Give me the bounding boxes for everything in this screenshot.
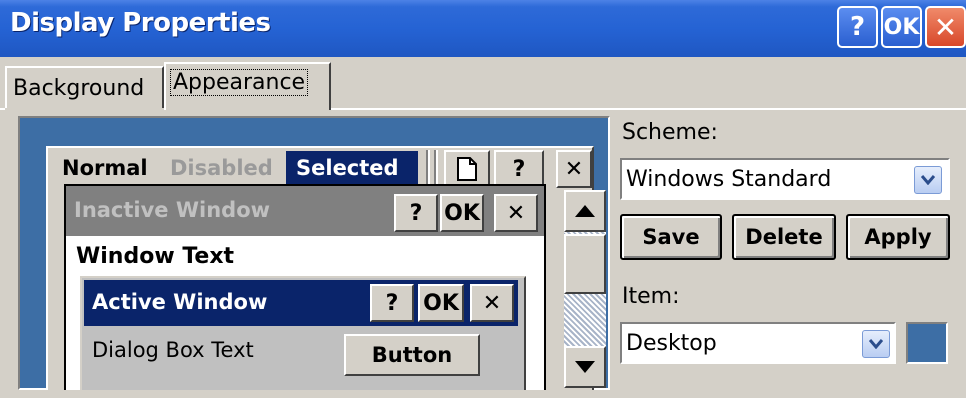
tab-label: Appearance (170, 69, 309, 96)
menu-selected-text: Selected (286, 151, 418, 187)
active-ok-button: OK (418, 284, 464, 322)
active-close-icon: ✕ (470, 284, 514, 322)
menu-help-button: ? (494, 150, 544, 188)
tab-pane-border (331, 108, 966, 110)
close-button[interactable]: ✕ (925, 6, 966, 48)
tab-pane-border (0, 108, 5, 110)
tab-appearance[interactable]: Appearance (164, 62, 331, 110)
scroll-thumb (564, 234, 606, 294)
active-help-button: ? (370, 284, 414, 322)
inactive-close-icon: ✕ (494, 194, 538, 232)
item-color-swatch[interactable] (906, 322, 948, 364)
inactive-window-title: Inactive Window (74, 198, 271, 222)
chevron-down-icon[interactable] (862, 330, 890, 358)
tab-background[interactable]: Background (5, 66, 164, 108)
menu-disabled-text: Disabled (170, 156, 273, 180)
scheme-select[interactable]: Windows Standard (620, 158, 950, 200)
item-value: Desktop (626, 331, 717, 356)
tab-label: Background (13, 76, 145, 101)
toolbar-separator (426, 150, 430, 188)
apply-button[interactable]: Apply (846, 214, 950, 260)
dialog-box-text: Dialog Box Text (92, 338, 254, 362)
item-label: Item: (622, 284, 680, 309)
delete-button[interactable]: Delete (732, 214, 836, 260)
scheme-value: Windows Standard (626, 167, 832, 192)
window-text-sample: Window Text (76, 244, 235, 269)
new-document-icon (444, 150, 490, 188)
menu-close-icon: ✕ (556, 150, 592, 188)
chevron-down-icon[interactable] (914, 166, 942, 194)
inactive-ok-button: OK (440, 194, 484, 232)
window-title: Display Properties (10, 8, 271, 38)
toolbar-separator (434, 150, 438, 188)
scroll-down-icon (564, 346, 606, 388)
scheme-label-text: Scheme: (622, 120, 718, 145)
menu-normal-text: Normal (62, 156, 148, 180)
scheme-label: Scheme: (622, 120, 718, 145)
save-button[interactable]: Save (620, 214, 722, 260)
item-label-text: Item: (622, 284, 680, 309)
scroll-up-icon (564, 190, 606, 232)
preview-button: Button (344, 334, 480, 376)
help-button[interactable]: ? (837, 6, 878, 48)
ok-button[interactable]: OK (881, 6, 922, 48)
item-select[interactable]: Desktop (620, 322, 896, 364)
inactive-help-button: ? (394, 194, 438, 232)
active-window-title: Active Window (92, 290, 268, 314)
